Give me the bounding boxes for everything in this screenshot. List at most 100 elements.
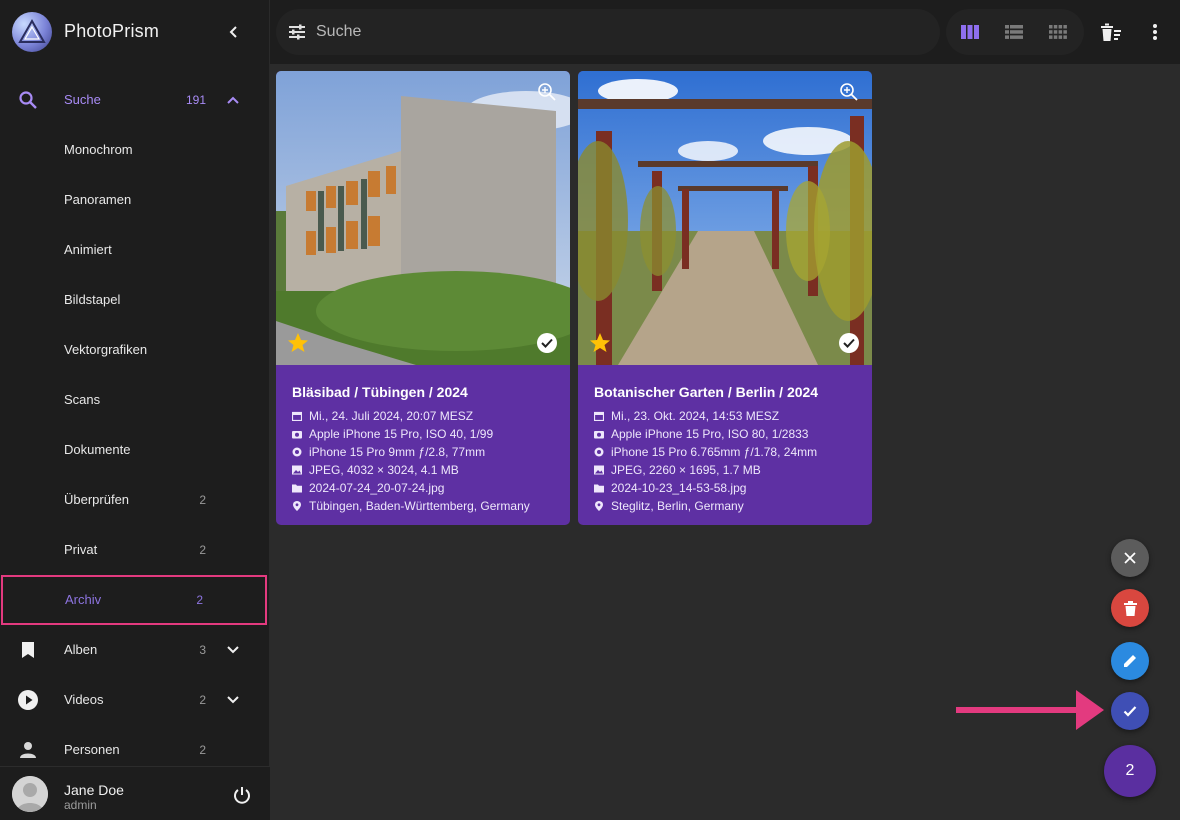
check-icon	[1123, 706, 1137, 717]
photo-garden-image	[578, 71, 872, 365]
sidebar-item-alben[interactable]: Alben 3	[0, 625, 270, 675]
power-icon	[234, 787, 250, 804]
zoom-icon[interactable]	[536, 81, 558, 103]
meta-date: Mi., 23. Okt. 2024, 14:53 MESZ	[594, 407, 856, 425]
more-vert-icon	[1153, 24, 1157, 40]
avatar[interactable]	[12, 776, 48, 812]
photo-thumbnail[interactable]	[276, 71, 570, 365]
collapse-sidebar-button[interactable]	[220, 18, 248, 46]
sidebar-item-label: Privat	[64, 542, 98, 557]
meta-camera-text: Apple iPhone 15 Pro, ISO 40, 1/99	[309, 427, 494, 441]
play-circle-icon	[16, 688, 40, 712]
meta-file-text: JPEG, 2260 × 1695, 1.7 MB	[611, 463, 761, 477]
sidebar-item-scans[interactable]: Scans	[0, 375, 270, 425]
selection-count-button[interactable]: 2	[1104, 745, 1156, 797]
meta-lens: iPhone 15 Pro 6.765mm ƒ/1.78, 24mm	[594, 443, 856, 461]
sidebar-item-label: Dokumente	[64, 442, 131, 457]
view-cards-icon	[961, 25, 979, 39]
delete-archive-button[interactable]	[1099, 20, 1123, 44]
camera-icon	[594, 431, 604, 439]
selected-check-icon[interactable]	[536, 332, 558, 354]
view-toggle	[946, 9, 1084, 55]
photo-card[interactable]: Botanischer Garten / Berlin / 2024 Mi., …	[578, 71, 872, 525]
view-cards-button[interactable]	[958, 20, 982, 44]
chevron-left-icon	[229, 26, 237, 38]
sidebar-item-count: 2	[199, 693, 206, 707]
trash-sweep-icon	[1101, 23, 1121, 41]
close-icon	[1124, 552, 1136, 564]
calendar-icon	[594, 411, 604, 421]
meta-camera: Apple iPhone 15 Pro, ISO 40, 1/99	[292, 425, 554, 443]
selected-check-icon[interactable]	[838, 332, 860, 354]
delete-button[interactable]	[1111, 589, 1149, 627]
sidebar-item-label: Bildstapel	[64, 292, 121, 307]
view-mosaic-button[interactable]	[1046, 20, 1070, 44]
sidebar-item-bildstapel[interactable]: Bildstapel	[0, 275, 270, 325]
photo-thumbnail[interactable]	[578, 71, 872, 365]
meta-date: Mi., 24. Juli 2024, 20:07 MESZ	[292, 407, 554, 425]
app-logo[interactable]	[12, 12, 52, 52]
logout-button[interactable]	[230, 783, 254, 807]
location-pin-icon	[293, 501, 301, 511]
chevron-up-icon[interactable]	[222, 89, 244, 111]
sidebar-item-label: Monochrom	[64, 142, 133, 157]
meta-lens-text: iPhone 15 Pro 6.765mm ƒ/1.78, 24mm	[611, 445, 818, 459]
location-pin-icon	[595, 501, 603, 511]
photo-card[interactable]: Bläsibad / Tübingen / 2024 Mi., 24. Juli…	[276, 71, 570, 525]
sidebar-item-privat[interactable]: Privat 2	[0, 525, 270, 575]
aperture-icon	[594, 447, 604, 457]
sidebar-item-count: 2	[196, 593, 203, 607]
meta-filename-text: 2024-07-24_20-07-24.jpg	[309, 481, 445, 495]
user-name: Jane Doe	[64, 782, 124, 798]
selection-count: 2	[1125, 762, 1135, 779]
sidebar-item-dokumente[interactable]: Dokumente	[0, 425, 270, 475]
sidebar-nav: Suche 191 Monochrom Panoramen Animiert B…	[0, 75, 270, 775]
sidebar-item-monochrom[interactable]: Monochrom	[0, 125, 270, 175]
restore-button[interactable]	[1111, 692, 1149, 730]
photo-info: Botanischer Garten / Berlin / 2024 Mi., …	[578, 365, 872, 525]
photo-info: Bläsibad / Tübingen / 2024 Mi., 24. Juli…	[276, 365, 570, 525]
aperture-icon	[292, 447, 302, 457]
sidebar-item-animiert[interactable]: Animiert	[0, 225, 270, 275]
sidebar-item-videos[interactable]: Videos 2	[0, 675, 270, 725]
meta-lens-text: iPhone 15 Pro 9mm ƒ/2.8, 77mm	[309, 445, 486, 459]
sidebar-item-label: Panoramen	[64, 192, 132, 207]
meta-date-text: Mi., 24. Juli 2024, 20:07 MESZ	[309, 409, 474, 423]
chevron-down-icon[interactable]	[222, 689, 244, 711]
meta-filename: 2024-07-24_20-07-24.jpg	[292, 479, 554, 497]
more-menu-button[interactable]	[1143, 20, 1167, 44]
app-title: PhotoPrism	[64, 21, 160, 41]
sidebar-item-count: 3	[199, 643, 206, 657]
edit-button[interactable]	[1111, 642, 1149, 680]
person-icon	[16, 738, 40, 762]
sidebar-item-ueberpruefen[interactable]: Überprüfen 2	[0, 475, 270, 525]
favorite-star-icon[interactable]	[286, 331, 310, 355]
clear-selection-button[interactable]	[1111, 539, 1149, 577]
sidebar-item-panoramen[interactable]: Panoramen	[0, 175, 270, 225]
sidebar-item-archiv[interactable]: Archiv 2	[1, 575, 267, 625]
filter-settings-icon[interactable]	[286, 21, 308, 43]
sidebar-item-label: Archiv	[65, 592, 102, 607]
photo-title: Bläsibad / Tübingen / 2024	[292, 384, 468, 400]
meta-filename: 2024-10-23_14-53-58.jpg	[594, 479, 856, 497]
meta-filename-text: 2024-10-23_14-53-58.jpg	[611, 481, 747, 495]
trash-icon	[1123, 600, 1137, 616]
folder-icon	[292, 484, 302, 493]
sidebar-item-count: 2	[199, 543, 206, 557]
folder-icon	[594, 484, 604, 493]
sidebar-item-label: Animiert	[64, 242, 112, 257]
sidebar-item-vektorgrafiken[interactable]: Vektorgrafiken	[0, 325, 270, 375]
meta-file-text: JPEG, 4032 × 3024, 4.1 MB	[309, 463, 459, 477]
user-menu[interactable]: Jane Doe admin	[0, 766, 270, 820]
search-bar	[276, 9, 940, 55]
sidebar-item-count: 2	[199, 493, 206, 507]
sidebar-item-count: 191	[185, 93, 206, 107]
view-list-button[interactable]	[1002, 20, 1026, 44]
chevron-down-icon[interactable]	[222, 639, 244, 661]
sidebar-item-suche[interactable]: Suche 191	[0, 75, 270, 125]
favorite-star-icon[interactable]	[588, 331, 612, 355]
search-input[interactable]	[316, 20, 916, 44]
zoom-icon[interactable]	[838, 81, 860, 103]
meta-location: Steglitz, Berlin, Germany	[594, 497, 856, 515]
meta-camera: Apple iPhone 15 Pro, ISO 80, 1/2833	[594, 425, 856, 443]
